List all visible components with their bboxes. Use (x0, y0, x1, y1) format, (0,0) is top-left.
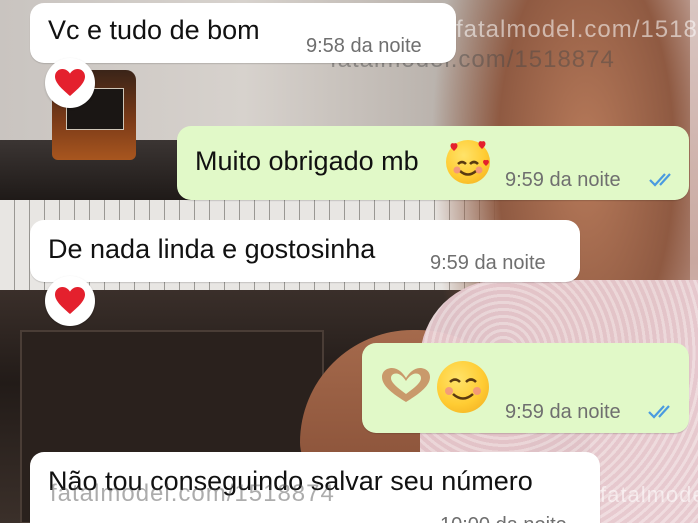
message-bubble-outgoing[interactable]: Muito obrigado mb 9:59 da noite (177, 126, 689, 200)
message-text: Muito obrigado mb (195, 146, 419, 176)
message-reaction[interactable] (45, 276, 95, 326)
red-heart-icon (55, 69, 85, 96)
message-text: De nada linda e gostosinha (48, 234, 376, 264)
double-check-read-icon (648, 405, 670, 419)
message-bubble-incoming[interactable]: Vc e tudo de bom 9:58 da noite (30, 3, 456, 63)
heart-hands-icon (382, 368, 430, 402)
message-reaction[interactable] (45, 58, 95, 108)
message-text: Não tou conseguindo salvar seu número (48, 466, 533, 496)
double-check-read-icon (649, 173, 671, 187)
message-bubble-incoming[interactable]: Não tou conseguindo salvar seu número 10… (30, 452, 600, 523)
message-time: 9:58 da noite (306, 35, 422, 57)
chat-screen: fatalmodel.com/1518874 Vc e tudo de bom … (0, 0, 698, 523)
smiling-face-icon (437, 361, 489, 413)
message-bubble-outgoing[interactable]: 9:59 da noite (362, 343, 689, 433)
message-bubble-incoming[interactable]: De nada linda e gostosinha 9:59 da noite (30, 220, 580, 282)
red-heart-icon (55, 287, 85, 314)
message-text: Vc e tudo de bom (48, 15, 260, 45)
message-time: 9:59 da noite (505, 401, 621, 423)
message-time: 9:59 da noite (505, 169, 621, 191)
message-time: 10:00 da noite (440, 514, 567, 523)
message-time: 9:59 da noite (430, 252, 546, 274)
smiling-face-with-hearts-icon (446, 140, 490, 184)
